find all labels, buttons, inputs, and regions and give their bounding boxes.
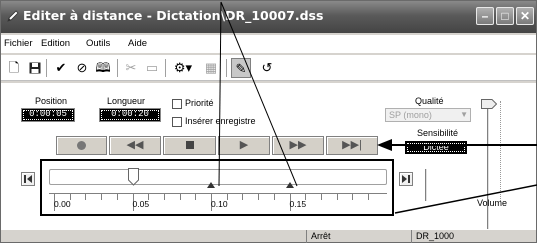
ruler-minor-tick [163, 193, 165, 200]
fast-forward-button[interactable]: ▶▶ [272, 136, 324, 155]
ruler-minor-tick [258, 193, 260, 200]
ruler-minor-tick [85, 193, 87, 200]
skip-end-icon: ▶▶| [342, 139, 362, 151]
quality-select[interactable]: SP (mono) ▼ [385, 108, 471, 122]
volume-track[interactable] [487, 99, 490, 229]
settings-dropdown-icon[interactable]: ⚙▾ [169, 58, 197, 78]
ruler-minor-tick [368, 193, 369, 200]
insert-label: Insérer enregistre [185, 116, 256, 126]
ruler-minor-tick [242, 193, 244, 200]
new-icon[interactable]: 🗋 [4, 58, 24, 78]
position-label: Position [35, 96, 68, 106]
ruler-tick-label: 0.00 [54, 199, 71, 209]
record-button[interactable] [56, 136, 107, 155]
book-icon[interactable]: 🕮 [93, 58, 113, 78]
quality-label: Qualité [415, 96, 444, 106]
ruler-tick-label: 0.10 [211, 199, 228, 209]
rewind-button[interactable]: ◀◀ [109, 136, 161, 155]
stop-icon [185, 141, 194, 150]
close-icon: ✕ [519, 9, 531, 23]
ruler-minor-tick [320, 193, 322, 200]
go-end-icon [402, 175, 410, 183]
edit-icon[interactable]: ✎ [231, 58, 251, 78]
save-icon[interactable] [25, 58, 45, 78]
minimize-button[interactable]: – [476, 7, 494, 25]
paste-icon[interactable]: ▭ [142, 58, 162, 78]
ruler-minor-tick [336, 193, 338, 200]
volume-label: Volume [477, 198, 508, 208]
editor-window: Editer à distance - Dictation\DR_10007.d… [0, 0, 537, 243]
chevron-down-icon: ▼ [460, 110, 468, 119]
skip-end-button[interactable]: ▶▶| [326, 136, 378, 155]
sensitivity-track[interactable] [425, 169, 428, 201]
title-bar[interactable]: Editer à distance - Dictation\DR_10007.d… [1, 1, 536, 33]
sensitivity-display: Dictée [405, 141, 467, 154]
fast-forward-icon: ▶▶ [289, 139, 307, 151]
priority-label: Priorité [185, 98, 214, 108]
index-mark-marker[interactable] [285, 182, 294, 188]
quality-slider-thumb[interactable] [481, 99, 497, 109]
toolbar-separator [226, 59, 227, 77]
quality-value: SP (mono) [389, 110, 432, 120]
go-end-button[interactable] [399, 172, 413, 186]
ruler-minor-tick [101, 193, 103, 200]
undo-icon[interactable]: ↺ [257, 58, 277, 78]
pencil-icon [7, 10, 19, 22]
maximize-button[interactable]: □ [496, 7, 514, 25]
menu-bar: Fichier Edition Outils Aide [1, 35, 536, 53]
record-icon [77, 140, 86, 150]
status-bar: Arrêt DR_1000 [1, 230, 536, 243]
position-slider-thumb[interactable] [127, 168, 139, 186]
close-button[interactable]: ✕ [516, 7, 534, 25]
menu-outils[interactable]: Outils [86, 38, 110, 49]
ruler-minor-tick [179, 193, 181, 200]
stop-button[interactable] [163, 136, 216, 155]
position-display: 0:00:05 [21, 108, 75, 122]
toolbar-separator [165, 59, 166, 77]
insert-icon[interactable]: ▦ [201, 58, 221, 78]
ruler-minor-tick [116, 193, 118, 200]
go-start-icon [24, 175, 32, 183]
status-state: Arrêt [306, 230, 411, 243]
toolbar-separator [46, 59, 47, 77]
menu-edition[interactable]: Edition [41, 38, 70, 49]
maximize-icon: □ [501, 9, 509, 23]
sensitivity-label: Sensibilité [417, 128, 459, 138]
ruler-minor-tick [352, 193, 354, 200]
play-icon: ▶ [239, 139, 249, 151]
ruler-tick-label: 0.05 [132, 199, 150, 209]
window-title: Editer à distance - Dictation\DR_10007.d… [23, 8, 324, 23]
insert-checkbox[interactable] [172, 117, 182, 127]
priority-checkbox[interactable] [172, 99, 182, 109]
toolbar: 🗋 ✔ ⊘ 🕮 ✂ ▭ ⚙▾ ▦ ✎ ↺ [1, 55, 536, 81]
ruler-tick-label: 0.15 [289, 199, 307, 209]
toolbar-separator [117, 59, 118, 77]
cut-icon[interactable]: ✂ [121, 58, 141, 78]
status-file: DR_1000 [411, 230, 536, 243]
length-label: Longueur [107, 96, 146, 106]
rewind-icon: ◀◀ [126, 139, 144, 151]
position-slider-track[interactable] [49, 169, 387, 185]
ruler-minor-tick [195, 193, 197, 200]
go-start-button[interactable] [21, 172, 35, 186]
menu-aide[interactable]: Aide [128, 38, 147, 49]
minimize-icon: – [481, 9, 489, 23]
volume-ticks [497, 101, 501, 201]
index-mark-marker[interactable] [207, 182, 215, 188]
length-display: 0:00:20 [99, 108, 161, 122]
menu-fichier[interactable]: Fichier [4, 38, 33, 49]
check-icon[interactable]: ✔ [51, 58, 71, 78]
verify-icon[interactable]: ⊘ [72, 58, 92, 78]
ruler-minor-tick [273, 193, 275, 200]
play-button[interactable]: ▶ [218, 136, 270, 155]
